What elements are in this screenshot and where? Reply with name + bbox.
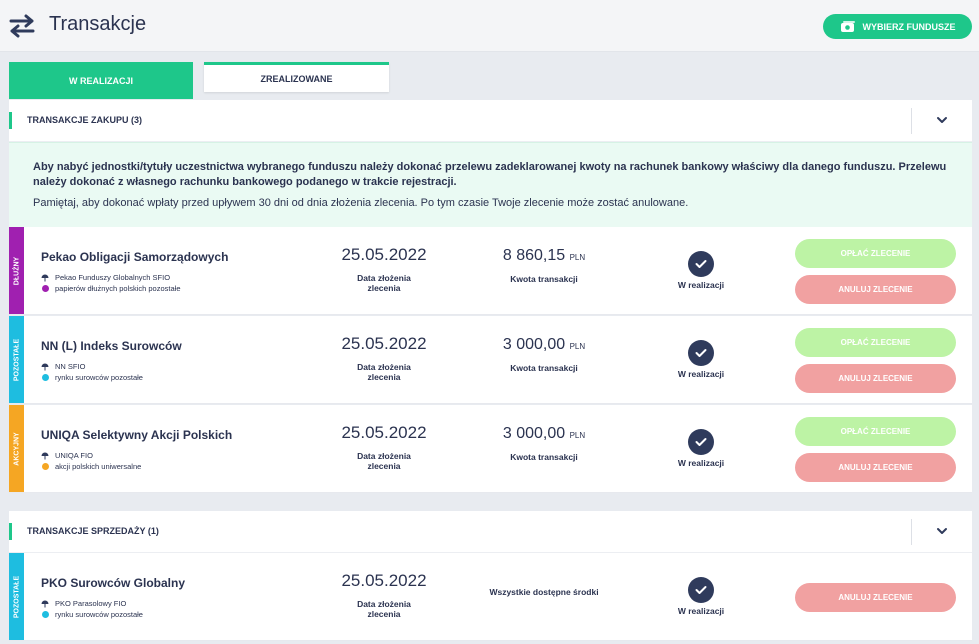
sales-section-header[interactable]: TRANSAKCJE SPRZEDAŻY (1)	[9, 511, 972, 553]
tab-completed[interactable]: ZREALIZOWANE	[204, 62, 389, 92]
divider	[911, 108, 912, 134]
fund-company: PKO Parasolowy FIO	[55, 599, 127, 608]
transaction-amount: 8 860,15 PLN	[479, 247, 609, 265]
transaction-amount: 3 000,00 PLN	[479, 425, 609, 443]
checkmark-icon	[688, 577, 714, 603]
order-date-label: Data złożenia zlecenia	[357, 599, 411, 619]
tab-in-progress-label: W REALIZACJI	[69, 75, 133, 86]
fund-type: rynku surowców pozostałe	[55, 610, 143, 619]
currency: PLN	[569, 431, 586, 440]
order-date: 25.05.2022	[341, 334, 427, 353]
category-stripe: AKCYJNY	[9, 405, 24, 492]
amount-value: 8 860,15	[502, 247, 566, 264]
status-label: W realizacji	[677, 369, 725, 379]
status-label: W realizacji	[677, 606, 725, 616]
purchases-section-header[interactable]: TRANSAKCJE ZAKUPU (3)	[9, 100, 972, 142]
transaction-amount: 3 000,00 PLN	[479, 336, 609, 354]
payment-info-bold: Aby nabyć jednostki/tytuły uczestnictwa …	[33, 161, 947, 188]
color-dot-icon	[42, 463, 49, 470]
checkmark-icon	[688, 251, 714, 277]
amount-value: 3 000,00	[502, 336, 566, 353]
chevron-down-icon[interactable]	[936, 525, 948, 537]
pay-order-button[interactable]: OPŁAĆ ZLECENIE	[795, 328, 956, 357]
money-icon	[840, 20, 855, 32]
cancel-order-button[interactable]: ANULUJ ZLECENIE	[795, 364, 956, 393]
fund-details: UNIQA FIO akcji polskich uniwersalne	[41, 450, 141, 472]
status-label: W realizacji	[677, 280, 725, 290]
category-label: POZOSTAŁE	[13, 575, 20, 618]
category-label: POZOSTAŁE	[13, 338, 20, 381]
section-accent-bar	[9, 112, 12, 129]
cancel-order-button[interactable]: ANULUJ ZLECENIE	[795, 583, 956, 612]
status-label: W realizacji	[677, 458, 725, 468]
tab-completed-label: ZREALIZOWANE	[260, 73, 333, 84]
payment-info-box: Aby nabyć jednostki/tytuły uczestnictwa …	[9, 142, 972, 227]
order-date-label: Data złożenia zlecenia	[357, 451, 411, 471]
order-date: 25.05.2022	[341, 571, 427, 590]
divider	[911, 519, 912, 545]
color-dot-icon	[42, 611, 49, 618]
fund-name: PKO Surowców Globalny	[41, 576, 186, 590]
category-label: AKCYJNY	[13, 431, 20, 466]
fund-type: rynku surowców pozostałe	[55, 373, 143, 382]
page-title: Transakcje	[49, 13, 147, 35]
swap-arrows-icon[interactable]	[8, 13, 36, 39]
checkmark-icon	[688, 340, 714, 366]
choose-funds-label: WYBIERZ FUNDUSZE	[862, 21, 956, 32]
choose-funds-button[interactable]: WYBIERZ FUNDUSZE	[823, 14, 972, 39]
sales-section-title: TRANSAKCJE SPRZEDAŻY (1)	[27, 526, 159, 536]
payment-info-note: Pamiętaj, aby dokonać wpłaty przed upływ…	[33, 197, 689, 209]
purchases-section-title: TRANSAKCJE ZAKUPU (3)	[27, 115, 143, 125]
fund-type: papierów dłużnych polskich pozostałe	[55, 284, 181, 293]
cancel-order-button[interactable]: ANULUJ ZLECENIE	[795, 453, 956, 482]
transaction-row: POZOSTAŁE NN (L) Indeks Surowców NN SFIO…	[9, 316, 972, 404]
fund-name: Pekao Obligacji Samorządowych	[41, 250, 229, 264]
category-stripe: POZOSTAŁE	[9, 553, 24, 640]
fund-details: Pekao Funduszy Globalnych SFIO papierów …	[41, 272, 181, 294]
amount-label: Kwota transakcji	[510, 274, 578, 284]
fund-name: NN (L) Indeks Surowców	[41, 339, 182, 353]
chevron-down-icon[interactable]	[936, 114, 948, 126]
order-date: 25.05.2022	[341, 245, 427, 264]
fund-name: UNIQA Selektywny Akcji Polskich	[41, 428, 233, 442]
category-label: DŁUŻNY	[13, 256, 20, 285]
color-dot-icon	[42, 285, 49, 292]
top-bar: Transakcje WYBIERZ FUNDUSZE	[0, 0, 979, 52]
amount-label: Kwota transakcji	[510, 452, 578, 462]
fund-details: NN SFIO rynku surowców pozostałe	[41, 361, 143, 383]
fund-type: akcji polskich uniwersalne	[55, 462, 142, 471]
transaction-row: POZOSTAŁE PKO Surowców Globalny PKO Para…	[9, 553, 972, 641]
transaction-row: DŁUŻNY Pekao Obligacji Samorządowych Pek…	[9, 227, 972, 315]
checkmark-icon	[688, 429, 714, 455]
tab-in-progress[interactable]: W REALIZACJI	[9, 62, 193, 99]
pay-order-button[interactable]: OPŁAĆ ZLECENIE	[795, 239, 956, 268]
fund-company: UNIQA FIO	[55, 451, 93, 460]
fund-company: Pekao Funduszy Globalnych SFIO	[55, 273, 171, 282]
amount-value: 3 000,00	[502, 425, 566, 442]
umbrella-icon	[41, 274, 49, 281]
all-available-funds: Wszystkie dostępne środki	[489, 587, 599, 597]
pay-order-button[interactable]: OPŁAĆ ZLECENIE	[795, 417, 956, 446]
transaction-row: AKCYJNY UNIQA Selektywny Akcji Polskich …	[9, 405, 972, 493]
amount-label: Kwota transakcji	[510, 363, 578, 373]
umbrella-icon	[41, 363, 49, 370]
umbrella-icon	[41, 600, 49, 607]
cancel-order-button[interactable]: ANULUJ ZLECENIE	[795, 275, 956, 304]
order-date-label: Data złożenia zlecenia	[357, 273, 411, 293]
umbrella-icon	[41, 452, 49, 459]
section-accent-bar	[9, 523, 12, 540]
currency: PLN	[569, 342, 586, 351]
fund-company: NN SFIO	[55, 362, 86, 371]
currency: PLN	[569, 253, 586, 262]
color-dot-icon	[42, 374, 49, 381]
order-date-label: Data złożenia zlecenia	[357, 362, 411, 382]
order-date: 25.05.2022	[341, 423, 427, 442]
category-stripe: POZOSTAŁE	[9, 316, 24, 403]
category-stripe: DŁUŻNY	[9, 227, 24, 314]
fund-details: PKO Parasolowy FIO rynku surowców pozost…	[41, 598, 143, 620]
